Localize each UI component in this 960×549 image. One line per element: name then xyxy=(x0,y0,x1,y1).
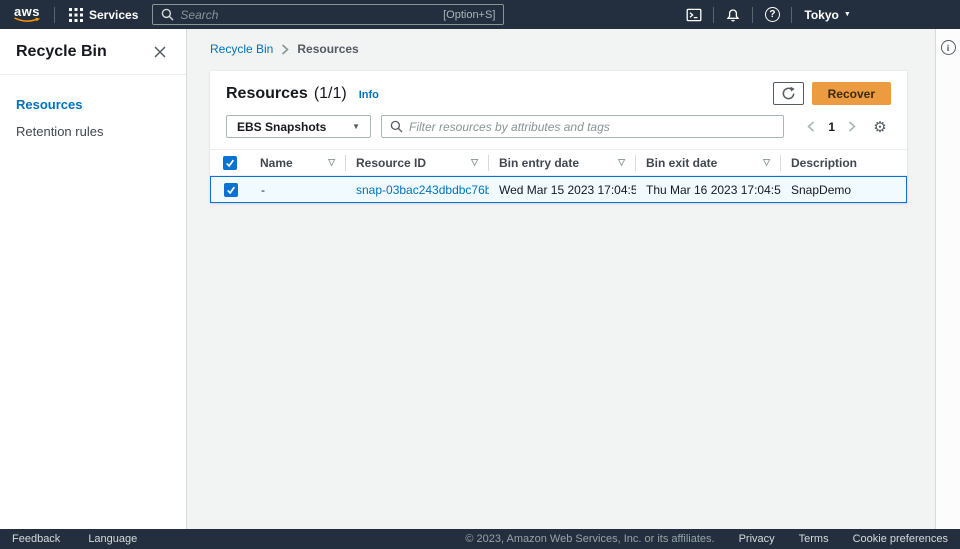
sort-icon: ▽ xyxy=(618,157,625,168)
region-label: Tokyo xyxy=(804,8,838,22)
resource-filter-input[interactable] xyxy=(409,120,775,134)
nav-divider xyxy=(54,7,55,23)
check-icon xyxy=(226,185,236,195)
info-icon[interactable]: i xyxy=(941,40,956,55)
cell-name: - xyxy=(251,183,346,197)
sort-icon: ▽ xyxy=(328,157,335,168)
resource-type-select[interactable]: EBS Snapshots ▼ xyxy=(226,115,371,138)
copyright-text: © 2023, Amazon Web Services, Inc. or its… xyxy=(465,533,714,545)
previous-page-button[interactable] xyxy=(802,118,820,136)
column-header-bin-exit-date[interactable]: Bin exit date ▽ xyxy=(635,155,780,171)
sidebar-item-resources[interactable]: Resources xyxy=(0,91,186,118)
sidebar-close-button[interactable] xyxy=(150,42,170,62)
aws-logo-text: aws xyxy=(14,6,40,17)
feedback-link[interactable]: Feedback xyxy=(12,533,60,545)
help-button[interactable]: ? xyxy=(757,3,787,27)
nav-divider xyxy=(791,7,792,23)
grid-icon xyxy=(69,8,83,22)
refresh-button[interactable] xyxy=(773,82,804,105)
column-header-description[interactable]: Description xyxy=(780,155,907,171)
table-settings-button[interactable]: ⚙ xyxy=(869,116,891,138)
region-selector[interactable]: Tokyo ▼ xyxy=(796,8,858,22)
column-header-bin-entry-date[interactable]: Bin entry date ▽ xyxy=(488,155,635,171)
cloudshell-icon xyxy=(686,7,702,23)
table-header-row: Name ▽ Resource ID ▽ Bin entry date ▽ Bi… xyxy=(210,150,907,176)
sort-icon: ▽ xyxy=(471,157,478,168)
bell-icon xyxy=(725,7,741,23)
chevron-down-icon: ▼ xyxy=(844,11,851,18)
column-header-resource-id[interactable]: Resource ID ▽ xyxy=(345,155,488,171)
chevron-right-icon xyxy=(281,44,289,55)
close-icon xyxy=(154,46,166,58)
resource-type-selected: EBS Snapshots xyxy=(237,120,326,134)
info-link[interactable]: Info xyxy=(359,89,379,101)
page-number[interactable]: 1 xyxy=(824,120,839,134)
sidebar: Recycle Bin Resources Retention rules xyxy=(0,29,187,529)
select-all-checkbox[interactable] xyxy=(223,156,237,170)
resources-panel: Resources (1/1) Info Recover EB xyxy=(210,70,907,203)
resource-id-link[interactable]: snap-03bac243dbdbc76bb xyxy=(356,183,489,197)
global-search-input[interactable] xyxy=(180,8,437,22)
cloudshell-button[interactable] xyxy=(679,3,709,27)
search-icon xyxy=(390,120,403,133)
sidebar-item-retention-rules[interactable]: Retention rules xyxy=(0,118,186,145)
cell-bin-entry-date: Wed Mar 15 2023 17:04:5... xyxy=(489,183,636,197)
column-header-name[interactable]: Name ▽ xyxy=(250,155,345,171)
chevron-left-icon xyxy=(807,121,815,132)
notifications-button[interactable] xyxy=(718,3,748,27)
privacy-link[interactable]: Privacy xyxy=(739,533,775,545)
services-label: Services xyxy=(89,8,138,22)
cell-description: SnapDemo xyxy=(781,183,906,197)
gear-icon: ⚙ xyxy=(873,118,886,136)
resource-filter[interactable] xyxy=(381,115,784,138)
top-navigation: aws Services [Option+S] xyxy=(0,0,960,29)
recover-button[interactable]: Recover xyxy=(812,82,891,105)
resources-table: Name ▽ Resource ID ▽ Bin entry date ▽ Bi… xyxy=(210,149,907,203)
next-page-button[interactable] xyxy=(843,118,861,136)
breadcrumb: Recycle Bin Resources xyxy=(210,42,911,56)
resource-count: (1/1) xyxy=(314,85,347,103)
row-checkbox[interactable] xyxy=(224,183,238,197)
check-icon xyxy=(225,158,235,168)
search-shortcut-hint: [Option+S] xyxy=(443,9,495,21)
language-link[interactable]: Language xyxy=(88,533,137,545)
nav-divider xyxy=(752,7,753,23)
cell-bin-exit-date: Thu Mar 16 2023 17:04:5... xyxy=(636,183,781,197)
services-menu-button[interactable]: Services xyxy=(65,8,142,22)
pagination: 1 ⚙ xyxy=(802,116,891,138)
sidebar-title: Recycle Bin xyxy=(16,43,107,61)
chevron-down-icon: ▼ xyxy=(352,122,360,131)
aws-logo[interactable]: aws xyxy=(10,6,44,23)
panel-title-text: Resources xyxy=(226,85,308,103)
help-panel-strip: i xyxy=(935,29,960,529)
table-row[interactable]: - snap-03bac243dbdbc76bb Wed Mar 15 2023… xyxy=(210,176,907,203)
terms-link[interactable]: Terms xyxy=(799,533,829,545)
breadcrumb-recycle-bin[interactable]: Recycle Bin xyxy=(210,42,273,56)
search-icon xyxy=(161,8,174,21)
nav-divider xyxy=(713,7,714,23)
global-search[interactable]: [Option+S] xyxy=(152,4,504,25)
main-content: Recycle Bin Resources Resources (1/1) In… xyxy=(187,29,935,529)
panel-title: Resources (1/1) Info xyxy=(226,85,379,103)
footer: Feedback Language © 2023, Amazon Web Ser… xyxy=(0,529,960,549)
breadcrumb-current: Resources xyxy=(297,42,358,56)
chevron-right-icon xyxy=(848,121,856,132)
sort-icon: ▽ xyxy=(763,157,770,168)
aws-smile-icon xyxy=(13,17,41,23)
question-icon: ? xyxy=(765,7,780,22)
refresh-icon xyxy=(781,86,796,101)
cookie-preferences-link[interactable]: Cookie preferences xyxy=(853,533,948,545)
